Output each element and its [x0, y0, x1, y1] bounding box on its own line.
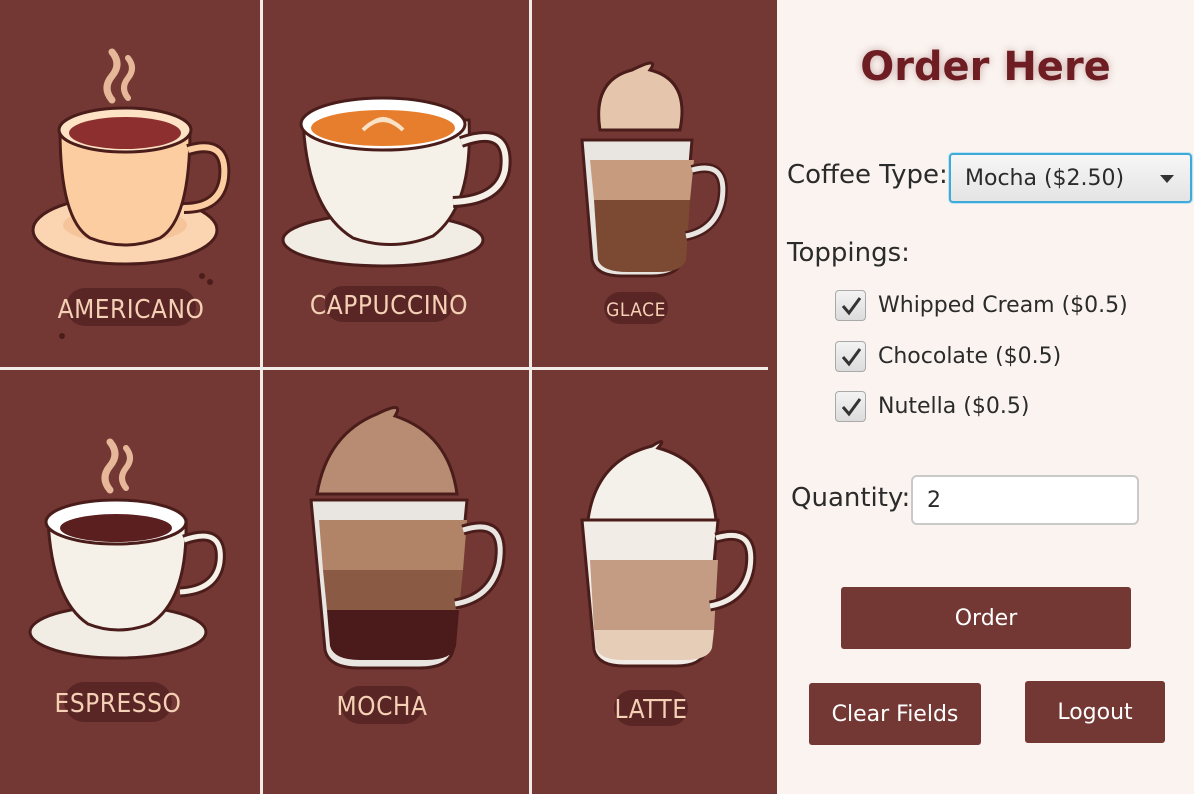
chocolate-checkbox[interactable]: [835, 340, 866, 372]
coffee-tile-americano: AMERICANO: [0, 0, 260, 367]
americano-label: AMERICANO: [58, 295, 205, 325]
checkmark-icon: [841, 296, 862, 315]
latte-label: LATTE: [615, 695, 688, 725]
coffee-type-select[interactable]: Mocha ($2.50): [949, 153, 1192, 203]
chocolate-label: Chocolate ($0.5): [878, 343, 1062, 369]
cappuccino-cup-illustration: CAPPUCCINO: [281, 96, 512, 322]
checkmark-icon: [841, 397, 862, 416]
glace-label: GLACE: [606, 299, 666, 321]
whipped-cream-label: Whipped Cream ($0.5): [878, 292, 1128, 318]
quantity-input[interactable]: 2: [911, 475, 1139, 525]
gallery-divider-vertical-2: [529, 0, 532, 794]
coffee-tile-latte: LATTE: [532, 370, 777, 794]
coffee-type-selected-value: Mocha ($2.50): [965, 166, 1125, 191]
americano-cup-illustration: AMERICANO: [31, 48, 231, 339]
gallery-divider-horizontal: [0, 367, 768, 370]
glace-glass-illustration: GLACE: [580, 61, 728, 324]
gallery-divider-vertical-1: [260, 0, 263, 794]
nutella-checkbox[interactable]: [835, 390, 866, 422]
coffee-order-window: AMERICANO CAPPUCCINO GLACE ESPRESSO MOCH…: [0, 0, 1194, 794]
clear-fields-button[interactable]: Clear Fields: [809, 683, 981, 745]
page-title: Order Here: [860, 44, 1111, 90]
checkmark-icon: [841, 347, 862, 366]
espresso-cup-illustration: ESPRESSO: [28, 438, 226, 722]
chevron-down-icon: [1160, 175, 1174, 183]
toppings-label: Toppings:: [787, 238, 910, 268]
nutella-label: Nutella ($0.5): [878, 393, 1030, 419]
coffee-tile-glace: GLACE: [532, 0, 777, 367]
coffee-type-label: Coffee Type:: [787, 160, 948, 190]
mocha-label: MOCHA: [336, 692, 427, 722]
topping-chocolate[interactable]: Chocolate ($0.5): [835, 339, 1061, 373]
logout-button[interactable]: Logout: [1025, 681, 1165, 743]
latte-glass-illustration: LATTE: [580, 440, 757, 726]
coffee-gallery: AMERICANO CAPPUCCINO GLACE ESPRESSO MOCH…: [0, 0, 777, 794]
whipped-cream-checkbox[interactable]: [835, 289, 866, 321]
coffee-tile-cappuccino: CAPPUCCINO: [263, 0, 529, 367]
mocha-glass-illustration: MOCHA: [309, 406, 506, 724]
espresso-label: ESPRESSO: [55, 689, 182, 719]
cappuccino-label: CAPPUCCINO: [310, 291, 468, 321]
order-button[interactable]: Order: [841, 587, 1131, 649]
quantity-label: Quantity:: [791, 483, 911, 513]
order-form-panel: Order Here Coffee Type: Mocha ($2.50) To…: [777, 0, 1194, 794]
quantity-value: 2: [927, 487, 941, 513]
coffee-tile-mocha: MOCHA: [263, 370, 529, 794]
topping-whipped-cream[interactable]: Whipped Cream ($0.5): [835, 288, 1128, 322]
topping-nutella[interactable]: Nutella ($0.5): [835, 389, 1029, 423]
coffee-tile-espresso: ESPRESSO: [0, 370, 260, 794]
